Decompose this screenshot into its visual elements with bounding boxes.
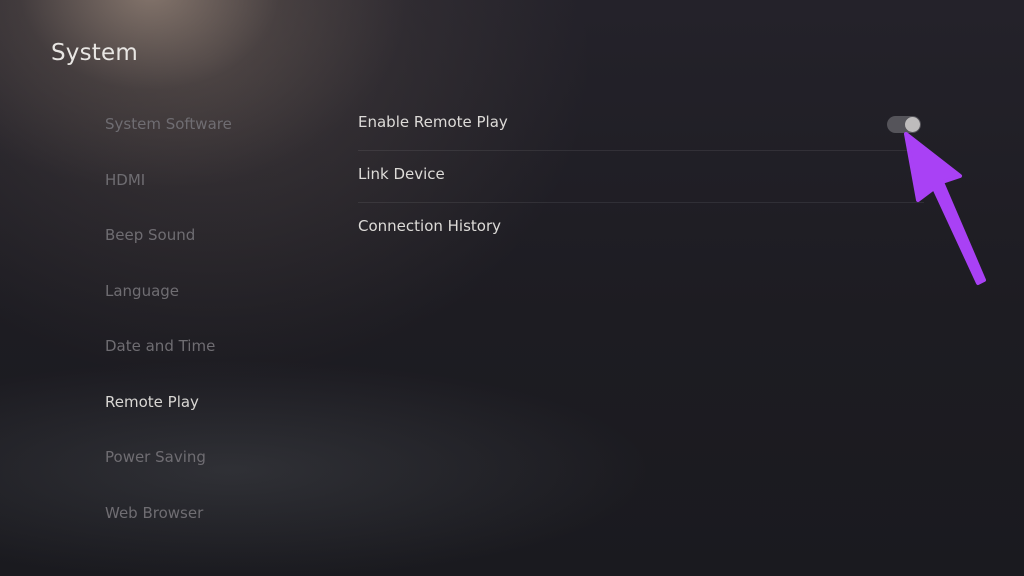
settings-screen: System System Software HDMI Beep Sound L… [0, 0, 1024, 576]
sidebar-item-language[interactable]: Language [105, 279, 179, 303]
option-enable-remote-play[interactable]: Enable Remote Play [358, 99, 924, 151]
sidebar-nav: System Software HDMI Beep Sound Language… [105, 0, 325, 576]
sidebar-item-remote-play[interactable]: Remote Play [105, 390, 199, 414]
option-label: Enable Remote Play [358, 113, 508, 131]
sidebar-item-power-saving[interactable]: Power Saving [105, 445, 206, 469]
option-connection-history[interactable]: Connection History [358, 203, 924, 255]
sidebar-item-date-and-time[interactable]: Date and Time [105, 334, 215, 358]
arrow-pointer-icon [904, 132, 986, 285]
option-label: Link Device [358, 165, 445, 183]
sidebar-item-system-software[interactable]: System Software [105, 112, 232, 136]
option-link-device[interactable]: Link Device [358, 151, 924, 203]
sidebar-item-beep-sound[interactable]: Beep Sound [105, 223, 195, 247]
option-label: Connection History [358, 217, 502, 235]
sidebar-item-hdmi[interactable]: HDMI [105, 168, 145, 192]
sidebar-item-web-browser[interactable]: Web Browser [105, 501, 203, 525]
